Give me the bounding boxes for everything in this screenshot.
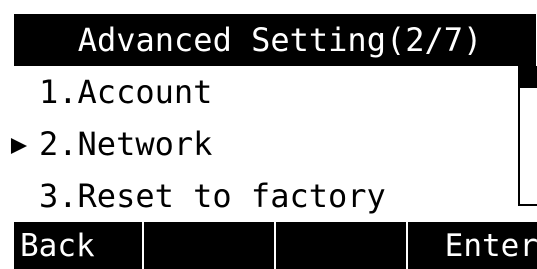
page-title-text: Advanced Setting(2/7) <box>77 21 483 59</box>
back-softkey[interactable]: Back <box>14 222 144 269</box>
menu-item-network[interactable]: ▶ 2.Network <box>11 118 536 170</box>
softkey-bar: Back Enter <box>14 222 537 269</box>
menu-item-account[interactable]: 1.Account <box>14 66 536 118</box>
phone-lcd-screen: Advanced Setting(2/7) 1.Account ▶ 2.Netw… <box>0 0 537 269</box>
menu-item-label: 2.Network <box>39 125 213 163</box>
page-title: Advanced Setting(2/7) <box>14 14 536 66</box>
menu-item-reset-to-factory[interactable]: 3.Reset to factory <box>14 170 536 222</box>
empty-softkey-2[interactable] <box>146 222 276 269</box>
menu-item-label: 1.Account <box>39 73 213 111</box>
menu-scrollbar[interactable] <box>518 66 537 206</box>
scroll-thumb[interactable] <box>520 68 537 88</box>
empty-softkey-3[interactable] <box>278 222 408 269</box>
advanced-setting-menu: 1.Account ▶ 2.Network 3.Reset to factory <box>11 66 536 222</box>
right-triangle-icon: ▶ <box>10 128 28 160</box>
enter-softkey[interactable]: Enter <box>410 222 537 269</box>
menu-item-label: 3.Reset to factory <box>39 177 386 215</box>
